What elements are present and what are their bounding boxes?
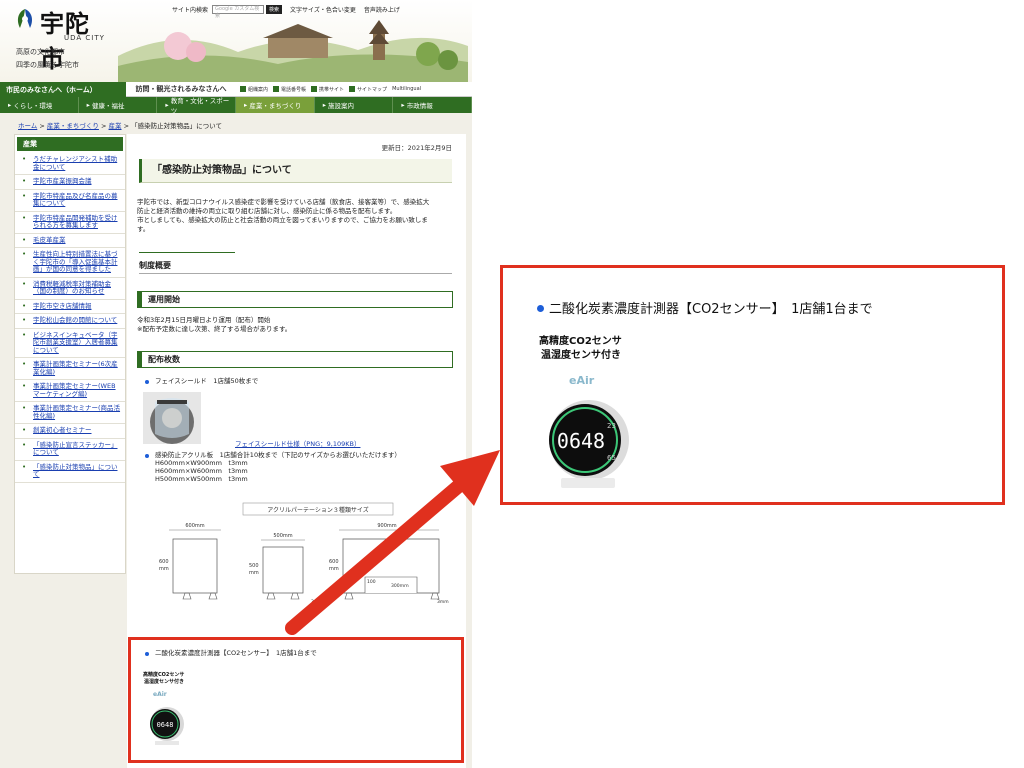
zoom-side-2: 65 <box>607 454 616 462</box>
dim-label: mm <box>159 566 169 572</box>
intro-paragraph: 宇陀市では、新型コロナウイルス感染症で影響を受けている店舗（飲食店、接客業等）で… <box>137 198 430 233</box>
dim-label: 900mm <box>377 523 396 529</box>
site-search-label: サイト内検索 <box>172 6 209 14</box>
sidebar-item[interactable]: 毛皮革産業 <box>15 234 125 248</box>
highlight-box <box>128 637 464 763</box>
item-acrylic: 感染防止アクリル板 1店舗合計10枚まで（下記のサイズからお選びいただけます） … <box>155 451 401 483</box>
sidebar-item[interactable]: うだチャレンジアシスト補助金について <box>15 153 125 175</box>
zoom-brand: eAir <box>569 374 595 387</box>
square-icon <box>311 86 318 92</box>
bullet-icon <box>537 305 544 312</box>
nav-industry-town[interactable]: ▸ 産業・まちづくり <box>236 97 315 113</box>
sidebar-item[interactable]: 消費税軽減税率対策補助金（国の制度）のお知らせ <box>15 278 125 300</box>
dim-label: 300ｍｍ <box>391 583 409 589</box>
utility-links: 組織案内 電話番号帳 携帯サイト サイトマップ Multilingual <box>236 82 472 97</box>
square-icon <box>240 86 246 92</box>
nav-residents-home[interactable]: 市民のみなさんへ（ホーム） <box>0 82 126 97</box>
page-title: 「感染防止対策物品」について <box>139 159 452 183</box>
link-multilingual[interactable]: Multilingual <box>392 86 421 92</box>
dim-label: 600 <box>329 559 339 565</box>
sidebar-item[interactable]: 「感染防止宣言ステッカー」について <box>15 439 125 461</box>
audience-nav: 市民のみなさんへ（ホーム） 訪問・観光されるみなさんへ 組織案内 電話番号帳 携… <box>0 82 472 97</box>
site-search-button[interactable]: 検索 <box>266 4 283 14</box>
link-organization[interactable]: 組織案内 <box>240 86 268 93</box>
zoom-label-1: 高精度CO2センサ <box>539 334 622 347</box>
bullet-icon <box>145 380 149 384</box>
dim-label: 3mm <box>311 599 323 605</box>
bullet-icon <box>145 454 149 458</box>
breadcrumb-industry[interactable]: 産業 <box>109 122 122 130</box>
sidebar-item[interactable]: ビジネスインキュベータ（宇陀市創業支援室）入居者募集について <box>15 329 125 358</box>
dim-label: mm <box>329 566 339 572</box>
sidebar-heading: 産業 <box>17 137 123 151</box>
zoom-side-1: 23 <box>607 422 616 430</box>
tagline: 高原の文化都市 四季の風薫る宇陀市 <box>16 46 79 72</box>
breadcrumb-industry-town[interactable]: 産業・まちづくり <box>47 122 99 130</box>
sidebar-item[interactable]: 宇陀松山会館の開館について <box>15 314 125 329</box>
tagline-line-2: 四季の風薫る宇陀市 <box>16 61 79 69</box>
sidebar: 産業 うだチャレンジアシスト補助金について 宇陀市産業振興会議 宇陀市特産品及び… <box>14 134 126 574</box>
section-heading-start: 運用開始 <box>137 291 453 308</box>
diagram-title: アクリルパーテーション３種類サイズ <box>267 506 368 514</box>
site-search-input[interactable]: Google カスタム検索 <box>212 4 265 19</box>
breadcrumb-current: 「感染防止対策物品」について <box>131 122 222 130</box>
nav-facilities[interactable]: ▸ 施設案内 <box>315 97 394 113</box>
header-illustration <box>118 20 468 82</box>
updated-date: 更新日：2021年2月9日 <box>381 144 452 152</box>
link-sitemap[interactable]: サイトマップ <box>349 86 387 93</box>
item-faceshield: フェイスシールド 1店舗50枚まで <box>155 377 259 385</box>
square-icon <box>349 86 356 92</box>
sidebar-item[interactable]: 事業計画策定セミナー(商品活性化編) <box>15 402 125 424</box>
sidebar-item[interactable]: 宇陀市特産品開発補助を受けられる方を募集します <box>15 212 125 234</box>
faceshield-spec-link[interactable]: フェイスシールド仕様（PNG：9,109KB） <box>235 438 360 448</box>
dim-label: 3mm <box>437 599 449 605</box>
read-aloud-link[interactable]: 音声読み上げ <box>364 5 400 14</box>
start-text: 令和3年2月15日月曜日より運用（配布）開始 ※配布予定数に達し次第、終了する場… <box>137 316 292 333</box>
site-logo[interactable]: 宇陀市 UDA CITY <box>12 4 112 73</box>
dim-label: 100 <box>367 579 376 585</box>
nav-education-culture[interactable]: ▸ 教育・文化・スポーツ <box>157 97 237 115</box>
section-heading-count: 配布枚数 <box>137 351 453 368</box>
dim-label: 600 <box>159 559 169 565</box>
nav-city-info[interactable]: ▸ 市政情報 <box>393 97 473 113</box>
sidebar-item[interactable]: 事業計画策定セミナー(WEBマーケティング編) <box>15 380 125 402</box>
zoom-label-2: 温湿度センサ付き <box>541 348 621 361</box>
city-emblem-icon <box>17 9 33 28</box>
zoom-callout: 二酸化炭素濃度計測器【CO2センサー】 1店舗1台まで 高精度CO2センサ 温湿… <box>500 265 1005 505</box>
main-nav: ▸ くらし・環境 ▸ 健康・福祉 ▸ 教育・文化・スポーツ ▸ 産業・まちづくり… <box>0 97 473 115</box>
nav-living-environment[interactable]: ▸ くらし・環境 <box>0 97 79 113</box>
zoom-item-co2: 二酸化炭素濃度計測器【CO2センサー】 1店舗1台まで <box>549 302 873 317</box>
sidebar-item-current[interactable]: 「感染防止対策物品」について <box>15 461 125 483</box>
nav-health-welfare[interactable]: ▸ 健康・福祉 <box>79 97 158 113</box>
font-color-settings-link[interactable]: 文字サイズ・色合い変更 <box>290 5 356 14</box>
tagline-line-1: 高原の文化都市 <box>16 48 65 56</box>
sidebar-item[interactable]: 事業計画策定セミナー(6次産業化編) <box>15 358 125 380</box>
sidebar-item[interactable]: 創業初心者セミナー <box>15 424 125 439</box>
dim-label: 600mm <box>185 523 204 529</box>
dim-label: 500mm <box>273 533 292 539</box>
acrylic-partition-diagram: アクリルパーテーション３種類サイズ 600mm 600 mm 500mm 500… <box>159 502 449 605</box>
breadcrumb-home[interactable]: ホーム <box>18 122 37 130</box>
divider <box>139 273 452 274</box>
link-mobile-site[interactable]: 携帯サイト <box>311 86 344 93</box>
dim-label: mm <box>249 570 259 576</box>
site-header: 宇陀市 UDA CITY 高原の文化都市 四季の風薫る宇陀市 サイト内検索 Go… <box>0 0 472 82</box>
sidebar-item[interactable]: 生産性向上特別措置法に基づく宇陀市の「導入促進基本計画」が国の同意を得ました <box>15 248 125 278</box>
square-icon <box>273 86 280 92</box>
link-phone-directory[interactable]: 電話番号帳 <box>273 86 306 93</box>
section-heading-overview: 制度概要 <box>139 261 171 270</box>
zoom-reading: 0648 <box>557 429 605 453</box>
sidebar-item[interactable]: 宇陀市産業振興会議 <box>15 175 125 190</box>
breadcrumb: ホーム > 産業・まちづくり > 産業 > 「感染防止対策物品」について <box>18 122 222 130</box>
sidebar-item[interactable]: 宇陀市空き店舗情報 <box>15 300 125 314</box>
dim-label: 500 <box>249 563 259 569</box>
logo-subtitle: UDA CITY <box>64 34 105 42</box>
co2-sensor-photo-zoomed: 高精度CO2センサ 温湿度センサ付き eAir 0648 23 65 <box>539 334 629 488</box>
sidebar-item[interactable]: 宇陀市特産品及び名産品の募集について <box>15 190 125 212</box>
utility-bar: サイト内検索 Google カスタム検索 検索 文字サイズ・色合い変更 音声読み… <box>172 3 400 19</box>
faceshield-photo <box>143 392 201 444</box>
divider <box>139 252 235 253</box>
